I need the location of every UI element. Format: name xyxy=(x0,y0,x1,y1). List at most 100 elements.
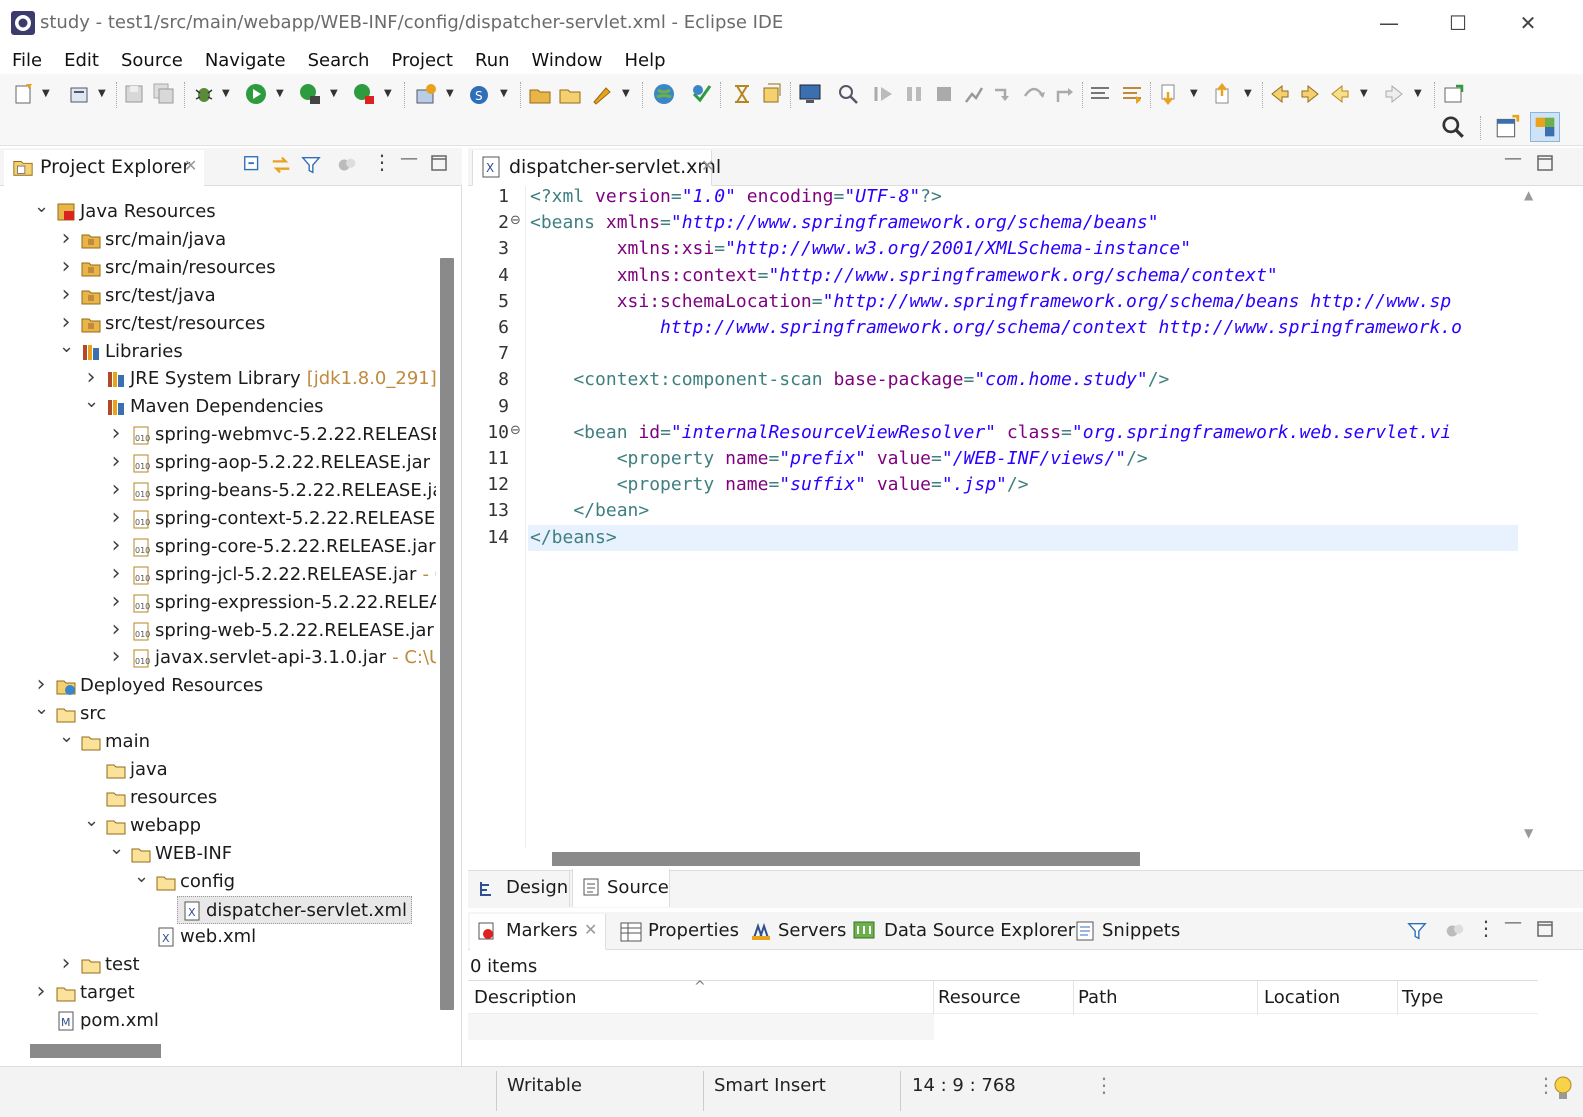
resume-icon[interactable] xyxy=(872,82,896,106)
chevron-right-icon[interactable]: › xyxy=(59,254,73,282)
tree-item[interactable]: target xyxy=(52,979,139,1007)
pin-editor-icon[interactable] xyxy=(1442,82,1466,106)
column-resource[interactable]: Resource xyxy=(934,981,1074,1015)
show-whitespace-icon[interactable] xyxy=(1120,82,1144,106)
monitor-icon[interactable] xyxy=(798,82,822,106)
last-edit-icon[interactable] xyxy=(1268,82,1292,106)
step-return-icon[interactable] xyxy=(1052,82,1076,106)
maximize-editor-icon[interactable] xyxy=(1536,154,1554,172)
search-remote-icon[interactable] xyxy=(690,82,714,106)
filter-icon[interactable] xyxy=(300,154,322,176)
search-icon[interactable] xyxy=(836,82,860,106)
suspend-icon[interactable] xyxy=(902,82,926,106)
open-folder-icon[interactable] xyxy=(558,82,582,106)
tree-item[interactable]: main xyxy=(77,728,154,756)
tab-dispatcher-servlet[interactable]: X dispatcher-servlet.xml ✕ xyxy=(472,150,721,186)
open-type-icon[interactable] xyxy=(528,82,552,106)
previous-annotation-icon[interactable] xyxy=(1212,82,1236,106)
chevron-right-icon[interactable]: › xyxy=(59,951,73,979)
tree-vertical-scrollbar[interactable] xyxy=(440,258,454,1010)
tree-item[interactable]: src/test/resources xyxy=(77,310,269,338)
tree-item[interactable]: src/main/java xyxy=(77,226,230,254)
tree-item[interactable]: 010 spring-jcl-5.2.22.RELEASE.jar - C:\ xyxy=(127,561,436,589)
tree-item[interactable]: 010 javax.servlet-api-3.1.0.jar- C:\Use xyxy=(127,644,436,672)
tree-item[interactable]: test xyxy=(77,951,144,979)
mark-occurrences-icon[interactable] xyxy=(730,82,754,106)
tree-item[interactable]: 010 spring-expression-5.2.22.RELEASE xyxy=(127,589,436,617)
new-icon[interactable] xyxy=(12,82,36,106)
maximize-view-icon[interactable] xyxy=(430,154,448,172)
tree-item[interactable]: Maven Dependencies xyxy=(102,393,328,421)
close-icon[interactable]: ✕ xyxy=(584,920,597,939)
run-server-icon[interactable] xyxy=(298,82,322,106)
new-dropdown-icon[interactable]: ▼ xyxy=(42,86,52,102)
scroll-up-icon[interactable]: ▲ xyxy=(1524,188,1533,202)
chevron-right-icon[interactable]: › xyxy=(109,449,123,477)
step-into-icon[interactable] xyxy=(992,82,1016,106)
tree-item[interactable]: resources xyxy=(102,784,221,812)
chevron-right-icon[interactable]: › xyxy=(59,310,73,338)
chevron-right-icon[interactable]: › xyxy=(109,505,123,533)
chevron-right-icon[interactable]: › xyxy=(109,561,123,589)
tree-item[interactable]: java xyxy=(102,756,172,784)
editor-horizontal-scrollbar[interactable] xyxy=(552,852,1140,866)
new-server-dropdown-icon[interactable]: ▼ xyxy=(446,86,456,102)
tree-item[interactable]: 010spring-beans-5.2.22.RELEASE.jar- xyxy=(127,477,436,505)
tree-item[interactable]: config xyxy=(152,868,239,896)
close-button[interactable]: ✕ xyxy=(1505,8,1551,38)
close-icon[interactable]: ✕ xyxy=(701,156,714,175)
minimize-view-icon[interactable]: — xyxy=(400,148,418,169)
chevron-down-icon[interactable]: ⌄ xyxy=(84,811,99,840)
chevron-down-icon[interactable]: ⌄ xyxy=(59,728,74,756)
back-dropdown-icon[interactable]: ▼ xyxy=(1360,86,1370,102)
minimize-button[interactable]: — xyxy=(1366,8,1412,38)
tree-item[interactable]: 010 spring-webmvc-5.2.22.RELEASE.ja xyxy=(127,421,436,449)
minimize-editor-icon[interactable]: — xyxy=(1504,148,1522,169)
chevron-down-icon[interactable]: ⌄ xyxy=(59,337,74,366)
forward-icon[interactable] xyxy=(1382,82,1406,106)
column-type[interactable]: Type xyxy=(1398,981,1538,1015)
back-icon[interactable] xyxy=(1328,82,1352,106)
run-server-dropdown-icon[interactable]: ▼ xyxy=(330,86,340,102)
chevron-right-icon[interactable]: › xyxy=(34,672,48,700)
open-task-icon[interactable] xyxy=(590,82,614,106)
column-description[interactable]: Description ^ xyxy=(468,979,934,1015)
new-class-dropdown-icon[interactable]: ▼ xyxy=(500,86,510,102)
toggle-breadcrumb-icon[interactable] xyxy=(760,82,784,106)
search-toolbar-icon[interactable] xyxy=(1440,114,1466,140)
filter-icon[interactable] xyxy=(1406,920,1428,942)
previous-annotation-dropdown-icon[interactable]: ▼ xyxy=(1244,86,1254,102)
tree-item[interactable]: Xweb.xml xyxy=(152,923,260,951)
tree-item[interactable]: src/test/java xyxy=(77,282,220,310)
external-tools-dropdown-icon[interactable]: ▼ xyxy=(384,86,394,102)
next-annotation-dropdown-icon[interactable]: ▼ xyxy=(1190,86,1200,102)
globe-icon[interactable] xyxy=(652,82,676,106)
step-over-icon[interactable] xyxy=(1022,82,1046,106)
close-icon[interactable]: ✕ xyxy=(184,156,197,175)
tab-source[interactable]: Source xyxy=(572,869,670,907)
tree-item[interactable]: Java Resources xyxy=(52,198,220,226)
column-location[interactable]: Location xyxy=(1258,981,1398,1015)
link-editor-icon[interactable] xyxy=(270,154,292,176)
menu-file[interactable]: File xyxy=(0,46,52,71)
collapse-all-icon[interactable] xyxy=(242,154,264,176)
menu-project[interactable]: Project xyxy=(379,46,463,71)
tree-item[interactable]: Libraries xyxy=(77,338,187,366)
forward-dropdown-icon[interactable]: ▼ xyxy=(1414,86,1424,102)
tree-item[interactable]: 010 spring-context-5.2.22.RELEASE.jar xyxy=(127,505,436,533)
new-server-icon[interactable] xyxy=(414,82,438,106)
save-icon[interactable] xyxy=(122,82,146,106)
save-all-icon[interactable] xyxy=(152,82,176,106)
maximize-button[interactable]: ☐ xyxy=(1435,8,1481,38)
menu-source[interactable]: Source xyxy=(109,46,193,71)
sync-icon[interactable] xyxy=(336,154,358,176)
tab-data-source-explorer[interactable]: Data Source Explorer xyxy=(884,920,1075,941)
tab-servers[interactable]: Servers xyxy=(778,920,846,941)
tree-item[interactable]: 010spring-core-5.2.22.RELEASE.jar- C xyxy=(127,533,436,561)
code-area[interactable]: <?xml version="1.0" encoding="UTF-8"?> <b… xyxy=(468,186,1520,848)
tree-item[interactable]: src/main/resources xyxy=(77,254,280,282)
tab-design[interactable]: Design xyxy=(470,871,570,907)
tree-item[interactable]: 010spring-web-5.2.22.RELEASE.jar- C xyxy=(127,617,436,645)
menu-edit[interactable]: Edit xyxy=(52,46,109,71)
menu-navigate[interactable]: Navigate xyxy=(193,46,296,71)
